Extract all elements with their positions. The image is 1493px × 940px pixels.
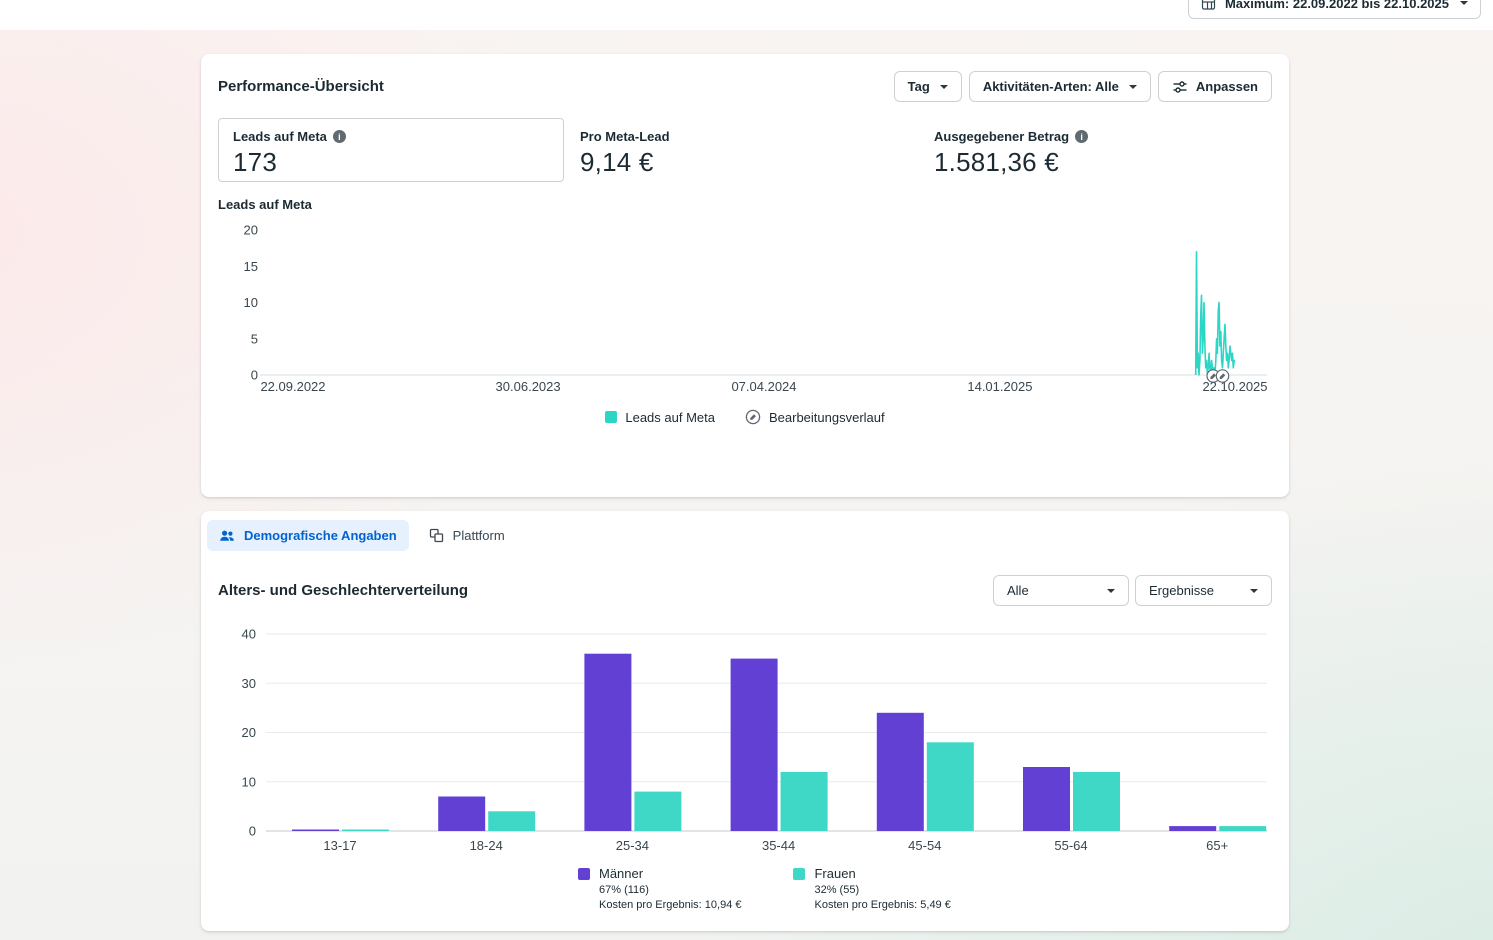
legend-edit-history-label: Bearbeitungsverlauf bbox=[769, 410, 885, 425]
info-icon[interactable] bbox=[1075, 130, 1088, 143]
legend-men: Männer 67% (116) Kosten pro Ergebnis: 10… bbox=[578, 866, 741, 911]
women-legend-swatch bbox=[793, 868, 805, 880]
line-chart-title: Leads auf Meta bbox=[218, 197, 1272, 213]
adjust-icon bbox=[1172, 79, 1188, 95]
metric-cost-per-lead[interactable]: Pro Meta-Lead 9,14 € bbox=[580, 118, 670, 178]
tab-platform[interactable]: Plattform bbox=[417, 520, 517, 551]
tab-platform-label: Plattform bbox=[453, 528, 505, 543]
legend-leads-label: Leads auf Meta bbox=[625, 410, 715, 425]
legend-edit-history: Bearbeitungsverlauf bbox=[745, 409, 885, 425]
demographics-card: Demografische Angaben Plattform Alters- … bbox=[201, 511, 1289, 931]
performance-card: Performance-Übersicht Tag Aktivitäten-Ar… bbox=[201, 54, 1289, 497]
chevron-down-icon bbox=[940, 85, 948, 89]
tab-demographics[interactable]: Demografische Angaben bbox=[207, 520, 409, 551]
metric-leads[interactable]: Leads auf Meta 173 bbox=[218, 118, 564, 182]
bar-chart-legend: Männer 67% (116) Kosten pro Ergebnis: 10… bbox=[578, 866, 1272, 911]
metric-select[interactable]: Ergebnisse bbox=[1135, 575, 1272, 606]
leads-legend-swatch bbox=[605, 411, 617, 423]
legend-women-cost: Kosten pro Ergebnis: 5,49 € bbox=[814, 899, 950, 911]
chevron-down-icon bbox=[1460, 1, 1468, 5]
date-range-label: Maximum: 22.09.2022 bis 22.10.2025 bbox=[1225, 0, 1449, 11]
main-content: Performance-Übersicht Tag Aktivitäten-Ar… bbox=[201, 54, 1289, 931]
breakdown-select-value: Alle bbox=[1007, 583, 1029, 598]
legend-leads: Leads auf Meta bbox=[605, 410, 715, 425]
metric-leads-label: Leads auf Meta bbox=[233, 129, 327, 144]
legend-women-label: Frauen bbox=[814, 866, 950, 881]
metric-cost-per-lead-value: 9,14 € bbox=[580, 147, 670, 178]
svg-text:07.04.2024: 07.04.2024 bbox=[731, 379, 796, 394]
calendar-icon bbox=[1201, 0, 1216, 11]
top-strip: Maximum: 22.09.2022 bis 22.10.2025 bbox=[0, 0, 1493, 30]
men-legend-swatch bbox=[578, 868, 590, 880]
customize-label: Anpassen bbox=[1196, 79, 1258, 94]
metrics-row: Leads auf Meta 173 Pro Meta-Lead 9,14 € … bbox=[218, 118, 1272, 183]
svg-text:10: 10 bbox=[244, 295, 258, 310]
svg-text:40: 40 bbox=[242, 627, 256, 642]
svg-text:45-54: 45-54 bbox=[908, 838, 941, 853]
svg-text:0: 0 bbox=[249, 824, 256, 839]
performance-header: Performance-Übersicht Tag Aktivitäten-Ar… bbox=[218, 71, 1272, 102]
svg-text:30.06.2023: 30.06.2023 bbox=[496, 379, 561, 394]
legend-women-share: 32% (55) bbox=[814, 884, 950, 896]
metric-leads-value: 173 bbox=[233, 147, 549, 178]
customize-button[interactable]: Anpassen bbox=[1158, 71, 1272, 102]
breakdown-tabs: Demografische Angaben Plattform bbox=[207, 520, 1272, 551]
svg-text:18-24: 18-24 bbox=[470, 838, 503, 853]
activity-filter-label: Aktivitäten-Arten: Alle bbox=[983, 79, 1119, 94]
time-granularity-label: Tag bbox=[908, 79, 930, 94]
legend-men-label: Männer bbox=[599, 866, 741, 881]
info-icon[interactable] bbox=[333, 130, 346, 143]
line-chart-legend: Leads auf Meta Bearbeitungsverlauf bbox=[218, 409, 1272, 425]
breakdown-select[interactable]: Alle bbox=[993, 575, 1129, 606]
chevron-down-icon bbox=[1129, 85, 1137, 89]
metric-amount-spent-value: 1.581,36 € bbox=[934, 147, 1088, 178]
svg-text:55-64: 55-64 bbox=[1054, 838, 1087, 853]
svg-text:22.09.2022: 22.09.2022 bbox=[260, 379, 325, 394]
svg-text:13-17: 13-17 bbox=[323, 838, 356, 853]
svg-text:35-44: 35-44 bbox=[762, 838, 795, 853]
time-granularity-button[interactable]: Tag bbox=[894, 71, 962, 102]
people-icon bbox=[219, 528, 235, 544]
age-gender-bar-chart: 0 10 20 30 40 13-17 18-24 25-34 35-44 45-54 55-64 6… bbox=[218, 624, 1272, 856]
svg-text:20: 20 bbox=[242, 725, 256, 740]
demographics-filters: Alle Ergebnisse bbox=[993, 575, 1272, 606]
svg-text:14.01.2025: 14.01.2025 bbox=[967, 379, 1032, 394]
metric-amount-spent-label: Ausgegebener Betrag bbox=[934, 129, 1069, 144]
svg-text:25-34: 25-34 bbox=[616, 838, 649, 853]
platform-icon bbox=[429, 528, 444, 543]
legend-women: Frauen 32% (55) Kosten pro Ergebnis: 5,4… bbox=[793, 866, 950, 911]
svg-text:15: 15 bbox=[244, 259, 258, 274]
demographics-title: Alters- und Geschlechterverteilung bbox=[218, 582, 468, 599]
svg-text:10: 10 bbox=[242, 774, 256, 789]
metric-select-value: Ergebnisse bbox=[1149, 583, 1214, 598]
svg-text:5: 5 bbox=[251, 331, 258, 346]
chevron-down-icon bbox=[1250, 589, 1258, 593]
metric-cost-per-lead-label: Pro Meta-Lead bbox=[580, 129, 670, 144]
activity-filter-button[interactable]: Aktivitäten-Arten: Alle bbox=[969, 71, 1151, 102]
svg-text:30: 30 bbox=[242, 676, 256, 691]
svg-text:65+: 65+ bbox=[1206, 838, 1228, 853]
chevron-down-icon bbox=[1107, 589, 1115, 593]
performance-title: Performance-Übersicht bbox=[218, 78, 384, 95]
metric-amount-spent[interactable]: Ausgegebener Betrag 1.581,36 € bbox=[934, 118, 1088, 178]
svg-text:0: 0 bbox=[251, 368, 258, 383]
edit-history-icon bbox=[745, 409, 761, 425]
demographics-header: Alters- und Geschlechterverteilung Alle … bbox=[218, 575, 1272, 606]
legend-men-share: 67% (116) bbox=[599, 884, 741, 896]
svg-text:20: 20 bbox=[244, 223, 258, 238]
tab-demographics-label: Demografische Angaben bbox=[244, 528, 397, 543]
leads-line-chart: 0 5 10 15 20 22.09.2022 30.06.2023 07.04.2024 14… bbox=[218, 219, 1272, 401]
performance-controls: Tag Aktivitäten-Arten: Alle Anpassen bbox=[894, 71, 1272, 102]
date-range-button[interactable]: Maximum: 22.09.2022 bis 22.10.2025 bbox=[1188, 0, 1481, 19]
legend-men-cost: Kosten pro Ergebnis: 10,94 € bbox=[599, 899, 741, 911]
